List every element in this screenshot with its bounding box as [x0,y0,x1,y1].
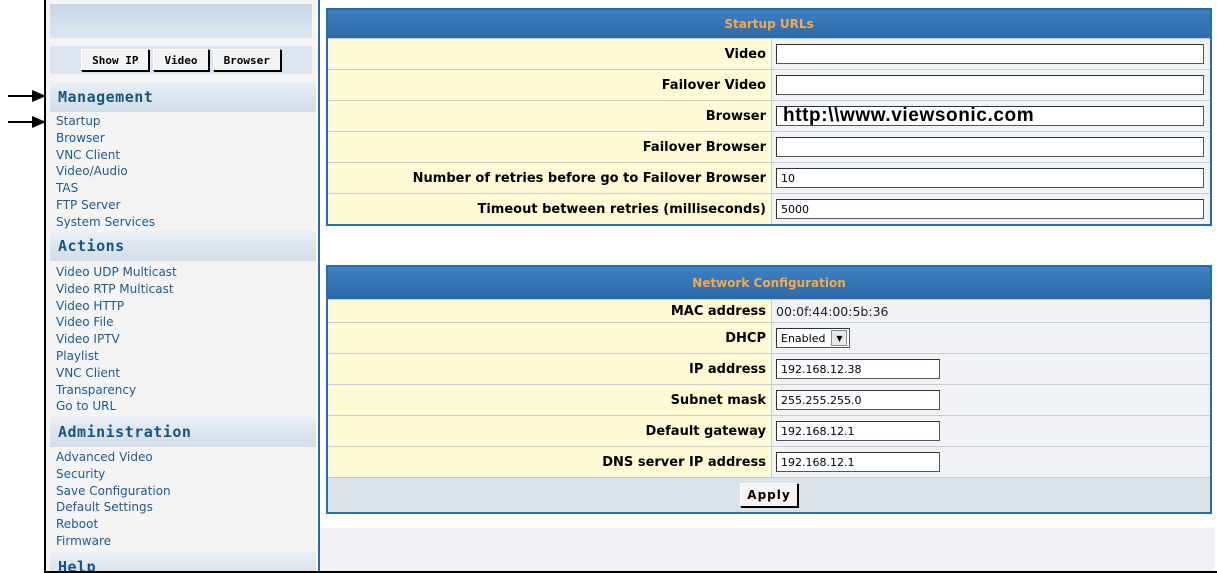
timeout-row: Timeout between retries (milliseconds) [328,193,1210,224]
menu-item-firmware[interactable]: Firmware [56,533,171,550]
network-config-panel: Network Configuration MAC address 00:0f:… [326,265,1212,514]
failover-video-label: Failover Video [328,70,772,100]
menu-item-ftp-server[interactable]: FTP Server [56,197,155,214]
subnet-row: Subnet mask [328,384,1210,415]
mac-value: 00:0f:44:00:5b:36 [776,303,889,319]
menu-item-video-file[interactable]: Video File [56,314,177,331]
apply-row: Apply [328,477,1210,512]
failover-video-row: Failover Video [328,69,1210,100]
menu-item-video-iptv[interactable]: Video IPTV [56,331,177,348]
menu-item-startup[interactable]: Startup [56,113,155,130]
arrow-shaft [8,121,34,123]
sidebar-divider [318,0,320,573]
failover-video-input[interactable] [776,75,1204,95]
failover-browser-row: Failover Browser [328,131,1210,162]
gateway-label: Default gateway [328,416,772,446]
show-ip-button[interactable]: Show IP [81,49,150,71]
menu-item-video-udp-multicast[interactable]: Video UDP Multicast [56,264,177,281]
menu-item-transparency[interactable]: Transparency [56,382,177,399]
menu-item-vnc-client-action[interactable]: VNC Client [56,365,177,382]
menu-item-save-configuration[interactable]: Save Configuration [56,483,171,500]
failover-browser-label: Failover Browser [328,132,772,162]
menu-item-vnc-client[interactable]: VNC Client [56,147,155,164]
menu-item-playlist[interactable]: Playlist [56,348,177,365]
section-help: Help [50,552,316,573]
menu-item-video-http[interactable]: Video HTTP [56,298,177,315]
video-row: Video [328,38,1210,69]
browser-label: Browser [328,101,772,131]
apply-button[interactable]: Apply [740,483,798,507]
dns-row: DNS server IP address [328,446,1210,477]
browser-button[interactable]: Browser [212,49,281,71]
section-administration: Administration [50,417,316,447]
sidebar-banner [50,4,312,38]
ip-address-input[interactable] [776,359,940,379]
video-url-input[interactable] [776,44,1204,64]
retries-row: Number of retries before go to Failover … [328,162,1210,193]
retries-input[interactable] [776,168,1204,188]
dhcp-row: DHCP Enabled ▼ [328,322,1210,353]
subnet-mask-input[interactable] [776,390,940,410]
dhcp-select[interactable]: Enabled ▼ [776,328,851,348]
startup-urls-title: Startup URLs [328,10,1210,38]
mac-label: MAC address [328,300,772,322]
default-gateway-input[interactable] [776,421,940,441]
dns-label: DNS server IP address [328,447,772,477]
management-menu: Startup Browser VNC Client Video/Audio T… [56,113,155,231]
menu-item-video-audio[interactable]: Video/Audio [56,163,155,180]
browser-row: Browser [328,100,1210,131]
sidebar: Show IP Video Browser Management Startup… [46,0,316,573]
ip-label: IP address [328,354,772,384]
top-button-bar: Show IP Video Browser [50,46,312,74]
timeout-input[interactable] [776,199,1204,219]
menu-item-system-services[interactable]: System Services [56,214,155,231]
menu-item-default-settings[interactable]: Default Settings [56,499,171,516]
video-button[interactable]: Video [153,49,209,71]
administration-menu: Advanced Video Security Save Configurati… [56,449,171,550]
menu-item-go-to-url[interactable]: Go to URL [56,398,177,415]
mac-row: MAC address 00:0f:44:00:5b:36 [328,299,1210,322]
browser-url-input[interactable] [776,106,1204,126]
retries-label: Number of retries before go to Failover … [328,163,772,193]
video-label: Video [328,39,772,69]
annotation-arrow-management [8,90,46,102]
menu-item-tas[interactable]: TAS [56,180,155,197]
menu-item-reboot[interactable]: Reboot [56,516,171,533]
content-background [320,528,1215,571]
subnet-label: Subnet mask [328,385,772,415]
failover-browser-input[interactable] [776,137,1204,157]
menu-item-browser[interactable]: Browser [56,130,155,147]
section-actions: Actions [50,231,316,261]
timeout-label: Timeout between retries (milliseconds) [328,194,772,224]
annotation-arrow-startup [8,116,46,128]
chevron-down-icon[interactable]: ▼ [831,330,848,346]
dhcp-label: DHCP [328,323,772,353]
arrow-shaft [8,95,34,97]
startup-urls-panel: Startup URLs Video Failover Video Browse… [326,8,1212,226]
menu-item-video-rtp-multicast[interactable]: Video RTP Multicast [56,281,177,298]
network-config-title: Network Configuration [328,267,1210,299]
ip-row: IP address [328,353,1210,384]
dhcp-selected-value: Enabled [781,331,826,345]
actions-menu: Video UDP Multicast Video RTP Multicast … [56,264,177,415]
menu-item-security[interactable]: Security [56,466,171,483]
menu-item-advanced-video[interactable]: Advanced Video [56,449,171,466]
gateway-row: Default gateway [328,415,1210,446]
dns-server-input[interactable] [776,452,940,472]
section-management: Management [50,82,316,112]
